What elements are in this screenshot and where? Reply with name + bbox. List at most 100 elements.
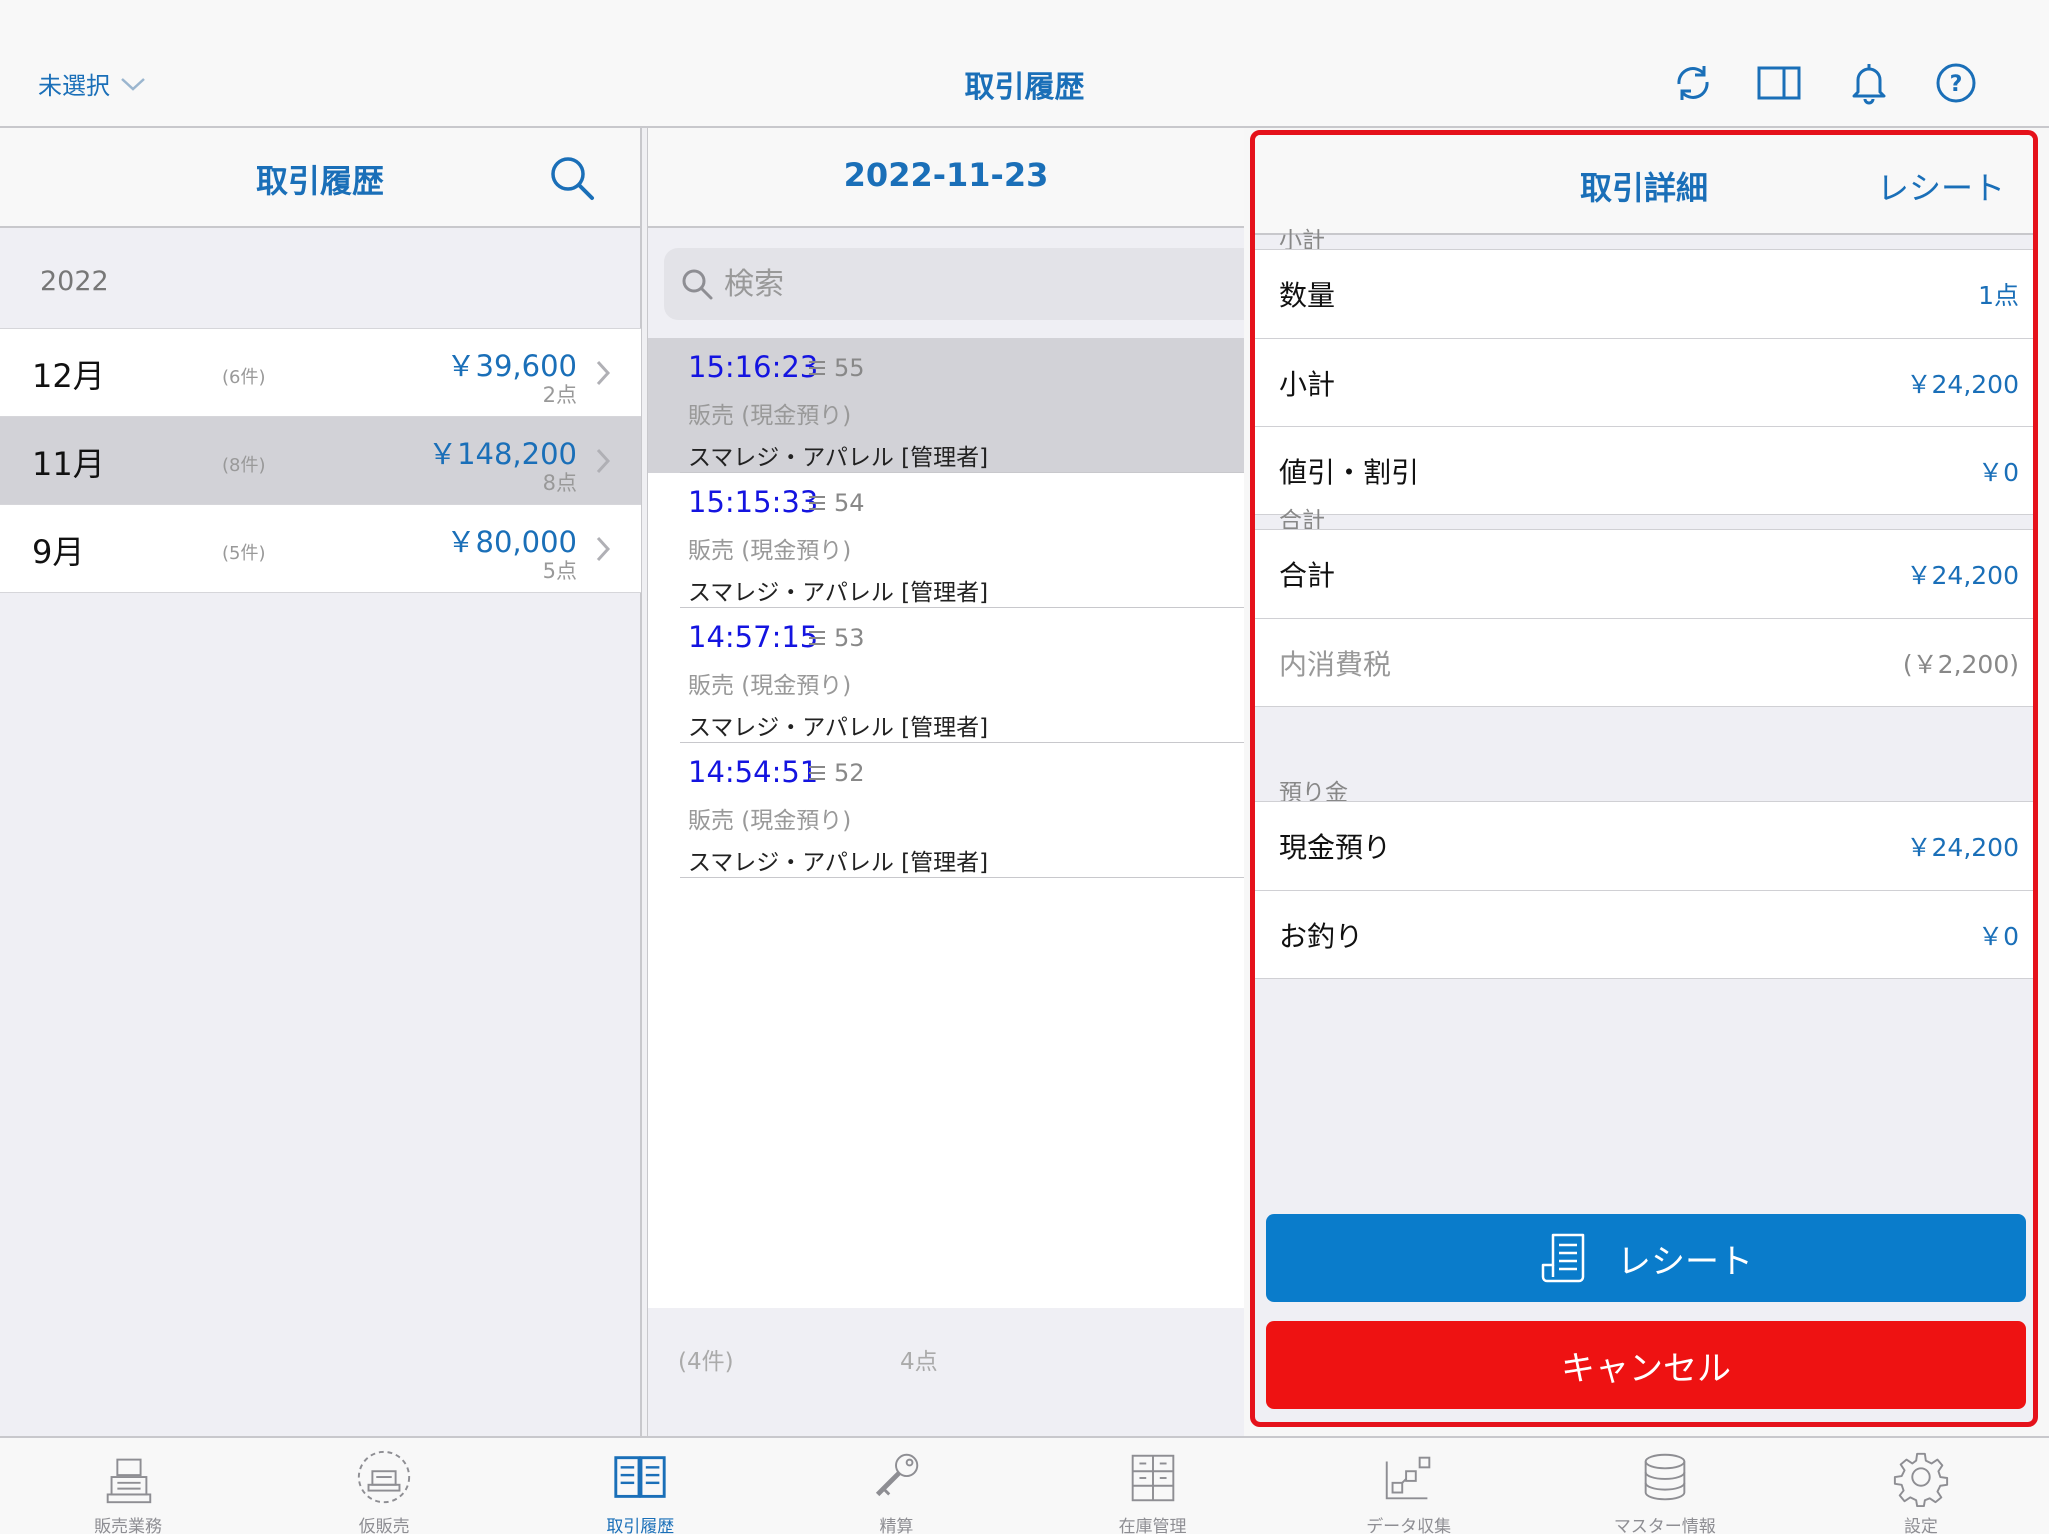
detail-label: 値引・割引 bbox=[1279, 456, 1420, 489]
refresh-icon[interactable] bbox=[1670, 60, 1716, 106]
book-icon bbox=[609, 1448, 671, 1508]
tab-label: 仮販売 bbox=[358, 1517, 410, 1534]
transaction-staff: スマレジ・アパレル [管理者] bbox=[688, 850, 989, 876]
transaction-number: 53 bbox=[808, 624, 865, 652]
search-icon[interactable] bbox=[548, 154, 596, 202]
detail-label: 現金預り bbox=[1279, 831, 1392, 864]
detail-group: 合計 ￥24,200 内消費税 (￥2,200) bbox=[1255, 529, 2033, 707]
detail-label: 内消費税 bbox=[1279, 648, 1392, 681]
register-icon bbox=[97, 1448, 159, 1508]
gear-icon bbox=[1890, 1448, 1952, 1508]
tab-book[interactable]: 取引履歴 bbox=[512, 1438, 768, 1534]
month-transaction-count: (8件) bbox=[222, 455, 266, 476]
month-name: 12月 bbox=[32, 357, 105, 395]
transaction-number-value: 54 bbox=[834, 489, 865, 517]
detail-value: ￥24,200 bbox=[1906, 561, 2019, 590]
transaction-list: 15:16:23 55 販売 (現金預り) スマレジ・アパレル [管理者] 15:15:… bbox=[648, 338, 1244, 1308]
transaction-time: 14:54:51 bbox=[688, 755, 819, 789]
transaction-time: 14:57:15 bbox=[688, 620, 819, 654]
transaction-item[interactable]: 15:16:23 55 販売 (現金預り) スマレジ・アパレル [管理者] bbox=[648, 338, 1244, 473]
month-name: 9月 bbox=[32, 533, 85, 571]
transaction-item[interactable]: 14:57:15 53 販売 (現金預り) スマレジ・アパレル [管理者] bbox=[648, 608, 1244, 743]
transaction-number: 55 bbox=[808, 354, 865, 382]
transaction-number: 54 bbox=[808, 489, 865, 517]
cancel-button[interactable]: キャンセル bbox=[1266, 1321, 2026, 1409]
transaction-item[interactable]: 15:15:33 54 販売 (現金預り) スマレジ・アパレル [管理者] bbox=[648, 473, 1244, 608]
detail-value: ￥24,200 bbox=[1906, 833, 2019, 862]
transaction-staff: スマレジ・アパレル [管理者] bbox=[688, 715, 989, 741]
receipt-link[interactable]: レシート bbox=[1877, 163, 2005, 209]
detail-label: お釣り bbox=[1279, 920, 1364, 953]
left-pane-header: 取引履歴 bbox=[0, 128, 640, 228]
transaction-search-bar[interactable] bbox=[664, 248, 1244, 320]
tab-gear[interactable]: 設定 bbox=[1793, 1438, 2049, 1534]
transaction-type: 販売 (現金預り) bbox=[688, 403, 852, 429]
chevron-right-icon bbox=[596, 448, 611, 474]
bell-icon[interactable] bbox=[1846, 60, 1892, 106]
transaction-type: 販売 (現金預り) bbox=[688, 538, 852, 564]
month-points: 5点 bbox=[542, 559, 577, 583]
transaction-list-footer: (4件) 4点 bbox=[648, 1308, 1244, 1436]
transaction-type: 販売 (現金預り) bbox=[688, 673, 852, 699]
tab-key[interactable]: 精算 bbox=[768, 1438, 1024, 1534]
selected-date: 2022-11-23 bbox=[843, 156, 1049, 194]
month-list: 12月 (6件) ￥39,600 2点 11月 (8件) ￥148,200 8点 9月 (5件) ￥… bbox=[0, 328, 641, 593]
bottom-tab-bar: 販売業務 仮販売 取引履歴 精算 在庫管理 データ収集 マスター情報 設定 bbox=[0, 1436, 2049, 1534]
detail-label: 小計 bbox=[1279, 368, 1336, 401]
detail-row: 数量 1点 bbox=[1255, 250, 2033, 338]
month-row[interactable]: 12月 (6件) ￥39,600 2点 bbox=[0, 329, 641, 417]
transaction-number-value: 53 bbox=[834, 624, 865, 652]
chevron-down-icon bbox=[121, 77, 145, 91]
month-name: 11月 bbox=[32, 445, 105, 483]
tab-register[interactable]: 販売業務 bbox=[0, 1438, 256, 1534]
month-points: 2点 bbox=[542, 383, 577, 407]
tab-inventory[interactable]: 在庫管理 bbox=[1025, 1438, 1281, 1534]
detail-row: 合計 ￥24,200 bbox=[1255, 530, 2033, 618]
transaction-item[interactable]: 14:54:51 52 販売 (現金預り) スマレジ・アパレル [管理者] bbox=[648, 743, 1244, 878]
pane-divider[interactable] bbox=[641, 128, 648, 1436]
tab-database[interactable]: マスター情報 bbox=[1537, 1438, 1793, 1534]
search-input[interactable] bbox=[724, 266, 1204, 302]
detail-value: (￥2,200) bbox=[1902, 650, 2019, 679]
help-icon[interactable]: ? bbox=[1933, 60, 1979, 106]
detail-row: 小計 ￥24,200 bbox=[1255, 338, 2033, 426]
transaction-points: 4点 bbox=[900, 1349, 938, 1375]
transaction-list-pane: 2022-11-23 15:16:23 55 販売 (現金預り) スマレジ・アパレル … bbox=[648, 128, 1244, 1436]
page-title: 取引履歴 bbox=[964, 70, 1085, 105]
inventory-icon bbox=[1122, 1448, 1184, 1508]
detail-group: 数量 1点小計 ￥24,200 値引・割引 ￥0 bbox=[1255, 249, 2033, 515]
tab-data-collect[interactable]: データ収集 bbox=[1281, 1438, 1537, 1534]
store-selector-label: 未選択 bbox=[38, 72, 110, 100]
receipt-button[interactable]: レシート bbox=[1266, 1214, 2026, 1302]
detail-label: 合計 bbox=[1279, 559, 1336, 592]
tab-label: 設定 bbox=[1903, 1517, 1938, 1534]
middle-pane-header: 2022-11-23 bbox=[648, 128, 1244, 228]
month-row[interactable]: 9月 (5件) ￥80,000 5点 bbox=[0, 505, 641, 593]
svg-text:?: ? bbox=[1950, 72, 1963, 97]
tab-label: 精算 bbox=[879, 1517, 914, 1534]
month-list-pane: 取引履歴 2022 12月 (6件) ￥39,600 2点 11月 (8件) ￥148,20… bbox=[0, 128, 641, 1436]
transaction-staff: スマレジ・アパレル [管理者] bbox=[688, 580, 989, 606]
detail-value: ￥24,200 bbox=[1906, 370, 2019, 399]
month-row[interactable]: 11月 (8件) ￥148,200 8点 bbox=[0, 417, 641, 505]
search-icon bbox=[682, 269, 713, 300]
data-collect-icon bbox=[1378, 1448, 1440, 1508]
tab-label: 販売業務 bbox=[94, 1517, 163, 1534]
store-selector[interactable]: 未選択 bbox=[38, 66, 146, 101]
tab-temp-register[interactable]: 仮販売 bbox=[256, 1438, 512, 1534]
split-view-icon[interactable] bbox=[1756, 60, 1802, 106]
month-transaction-count: (5件) bbox=[222, 543, 266, 564]
detail-row: 現金預り ￥24,200 bbox=[1255, 802, 2033, 890]
transaction-staff: スマレジ・アパレル [管理者] bbox=[688, 445, 989, 471]
chevron-right-icon bbox=[596, 536, 611, 562]
tab-label: マスター情報 bbox=[1613, 1517, 1716, 1534]
month-points: 8点 bbox=[542, 471, 577, 495]
tab-label: データ収集 bbox=[1366, 1517, 1452, 1534]
database-icon bbox=[1634, 1448, 1696, 1508]
detail-value: ￥0 bbox=[1978, 458, 2019, 487]
month-transaction-count: (6件) bbox=[222, 367, 266, 388]
detail-row: 値引・割引 ￥0 bbox=[1255, 426, 2033, 514]
list-lines-icon bbox=[809, 631, 825, 645]
top-navigation-bar: 未選択 取引履歴 ? bbox=[0, 0, 2049, 128]
transaction-time: 15:16:23 bbox=[688, 350, 819, 384]
